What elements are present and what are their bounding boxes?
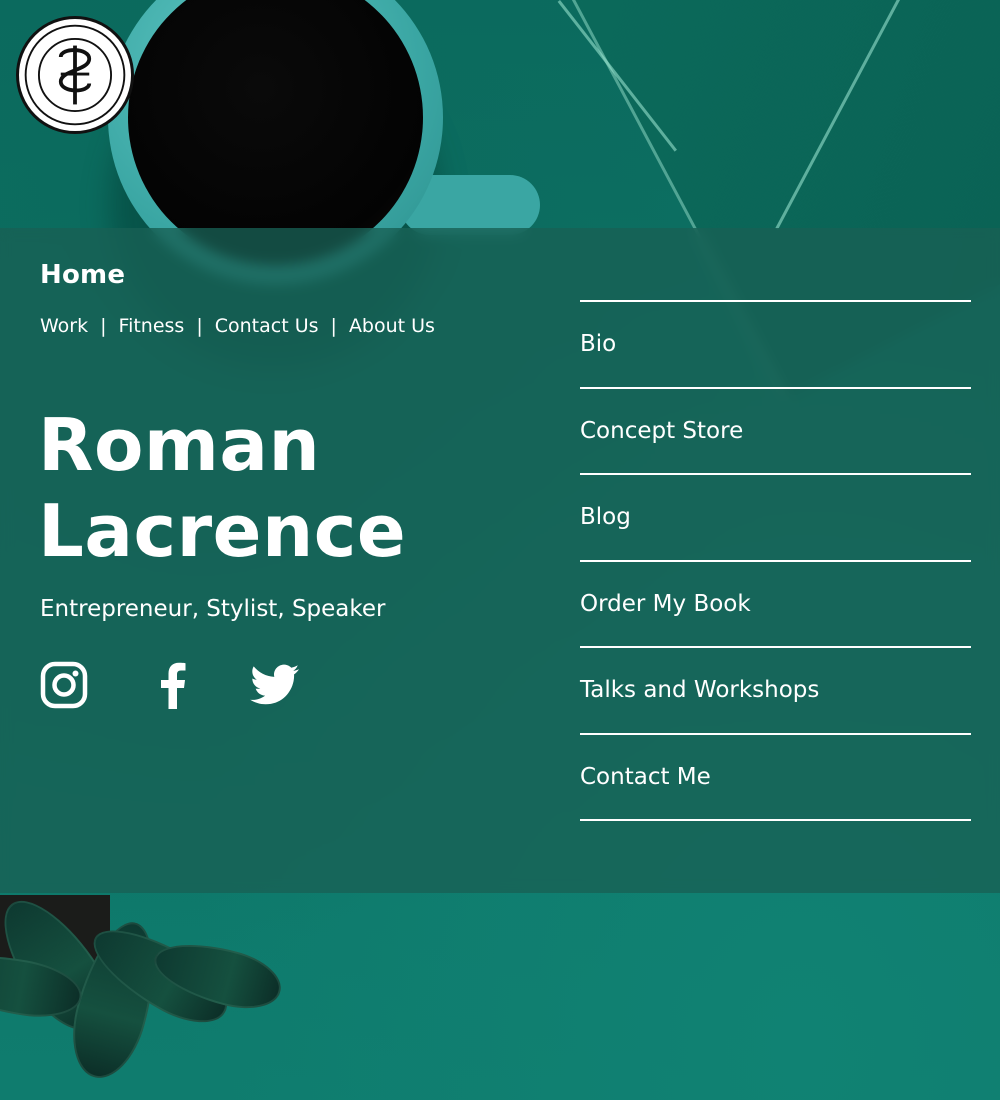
- nav-home[interactable]: Home: [40, 260, 125, 290]
- social-links: [40, 661, 300, 709]
- nav-separator: |: [196, 315, 203, 337]
- plant-decoration: [0, 880, 320, 1087]
- menu-item-order-my-book[interactable]: Order My Book: [580, 562, 971, 648]
- nav-link-fitness[interactable]: Fitness: [119, 315, 185, 337]
- menu-item-contact-me[interactable]: Contact Me: [580, 735, 971, 821]
- menu-item-talks-and-workshops[interactable]: Talks and Workshops: [580, 648, 971, 735]
- hero-name-first: Roman: [38, 403, 321, 487]
- nav-separator: |: [330, 315, 337, 337]
- hero-tagline: Entrepreneur, Stylist, Speaker: [40, 596, 386, 622]
- instagram-icon[interactable]: [40, 661, 88, 709]
- side-menu: Bio Concept Store Blog Order My Book Tal…: [580, 300, 971, 821]
- hero-name-last: Lacrence: [38, 489, 407, 573]
- menu-item-bio[interactable]: Bio: [580, 302, 971, 389]
- menu-item-blog[interactable]: Blog: [580, 475, 971, 562]
- twitter-icon[interactable]: [250, 661, 300, 709]
- nav-link-about-us[interactable]: About Us: [349, 315, 435, 337]
- nav-link-contact-us[interactable]: Contact Us: [215, 315, 319, 337]
- sub-navigation: Work | Fitness | Contact Us | About Us: [40, 315, 435, 337]
- brand-logo[interactable]: [16, 16, 134, 134]
- facebook-icon[interactable]: [160, 661, 186, 709]
- nav-separator: |: [100, 315, 107, 337]
- nav-link-work[interactable]: Work: [40, 315, 88, 337]
- menu-item-concept-store[interactable]: Concept Store: [580, 389, 971, 475]
- hero-name: Roman Lacrence: [38, 402, 518, 574]
